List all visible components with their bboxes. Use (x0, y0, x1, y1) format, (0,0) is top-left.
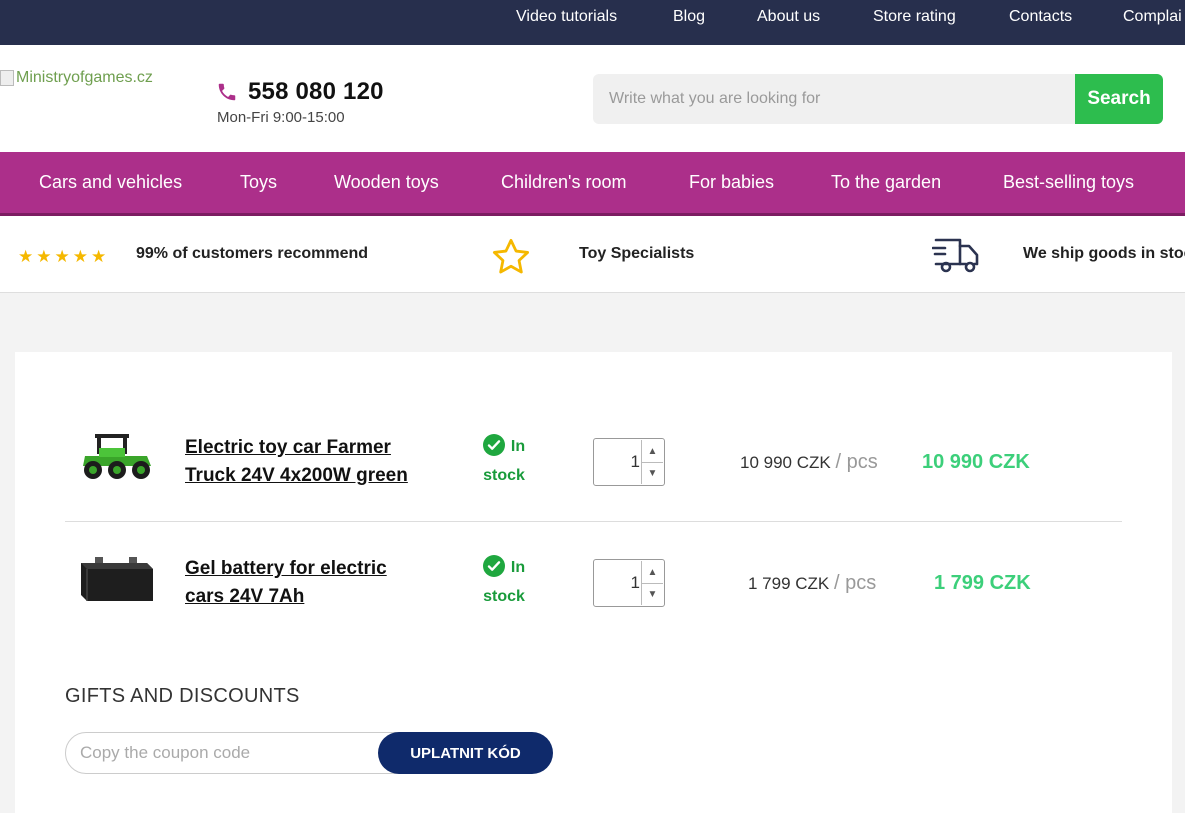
line-total-price: 1 799 CZK (934, 572, 1031, 594)
topnav-blog[interactable]: Blog (673, 0, 705, 34)
quantity-value[interactable]: 1 (594, 560, 640, 606)
stock-label: stock (483, 588, 525, 605)
product-name-link[interactable]: Gel battery for electric cars 24V 7Ah (185, 555, 435, 611)
product-name-line-2: Truck 24V 4x200W green (185, 465, 408, 486)
benefit-specialists: Toy Specialists (579, 245, 695, 262)
check-circle-icon (482, 434, 505, 456)
star-icon: ★ (18, 247, 34, 266)
star-icon: ★ (36, 247, 52, 266)
unit-price-value: 1 799 CZK (748, 574, 830, 593)
quantity-increase-button[interactable]: ▲ (642, 440, 663, 462)
category-childrens-room[interactable]: Children's room (501, 152, 626, 212)
quantity-spinner: ▲ ▼ (641, 561, 663, 605)
phone-contact: 558 080 120 (216, 78, 384, 106)
category-toys[interactable]: Toys (240, 152, 277, 212)
site-logo[interactable]: Ministryofgames.cz (0, 69, 153, 87)
delivery-truck-icon (932, 238, 979, 273)
coupon-code-input[interactable] (65, 732, 405, 774)
benefit-recommend: 99% of customers recommend (136, 245, 369, 262)
quantity-value[interactable]: 1 (594, 439, 640, 485)
search-button[interactable]: Search (1075, 74, 1163, 124)
quantity-decrease-button[interactable]: ▼ (642, 462, 663, 484)
star-icon: ★ (91, 247, 107, 266)
phone-icon (218, 83, 236, 101)
unit-price-value: 10 990 CZK (740, 453, 831, 472)
search-input[interactable] (593, 74, 1075, 124)
category-wooden-toys[interactable]: Wooden toys (334, 152, 439, 212)
unit-price: 10 990 CZK / pcs (740, 451, 878, 474)
product-image-battery[interactable] (77, 547, 157, 609)
star-icon: ★ (54, 247, 70, 266)
category-to-the-garden[interactable]: To the garden (831, 152, 941, 212)
topnav-complaints[interactable]: Complai (1123, 0, 1182, 34)
rating-stars: ★ ★ ★ ★ ★ (18, 248, 106, 265)
stock-status: In stock (477, 553, 531, 611)
gifts-heading: GIFTS AND DISCOUNTS (65, 685, 300, 707)
topnav-video-tutorials[interactable]: Video tutorials (516, 0, 617, 34)
quantity-decrease-button[interactable]: ▼ (642, 583, 663, 605)
product-name-link[interactable]: Electric toy car Farmer Truck 24V 4x200W… (185, 434, 435, 490)
product-name-line-1: Gel battery for electric (185, 558, 387, 579)
line-total-price: 10 990 CZK (922, 451, 1030, 473)
product-name-line-1: Electric toy car Farmer (185, 437, 391, 458)
unit-price-suffix: / pcs (834, 572, 877, 594)
stock-label: In (510, 438, 526, 455)
cart-item-row: Gel battery for electric cars 24V 7Ah In… (65, 523, 1122, 643)
opening-hours: Mon-Fri 9:00-15:00 (217, 109, 345, 126)
quantity-stepper[interactable]: 1 ▲ ▼ (593, 438, 665, 486)
unit-price-suffix: / pcs (835, 451, 878, 473)
category-best-selling-toys[interactable]: Best-selling toys (1003, 152, 1134, 212)
logo-alt-text: Ministryofgames.cz (16, 69, 153, 86)
top-navigation: Video tutorials Blog About us Store rati… (0, 0, 1185, 45)
broken-image-icon (0, 70, 14, 86)
phone-number[interactable]: 558 080 120 (248, 78, 384, 106)
product-name-line-2: cars 24V 7Ah (185, 586, 305, 607)
check-circle-icon (482, 555, 505, 577)
cart-item-row: Electric toy car Farmer Truck 24V 4x200W… (65, 402, 1122, 522)
benefits-strip: ★ ★ ★ ★ ★ 99% of customers recommend Toy… (0, 216, 1185, 293)
product-image-toy-car[interactable] (77, 426, 157, 488)
star-outline-icon (492, 238, 530, 274)
topnav-store-rating[interactable]: Store rating (873, 0, 956, 34)
site-header: Ministryofgames.cz 558 080 120 Mon-Fri 9… (0, 45, 1185, 152)
quantity-increase-button[interactable]: ▲ (642, 561, 663, 583)
category-navigation: Cars and vehicles Toys Wooden toys Child… (0, 152, 1185, 216)
topnav-contacts[interactable]: Contacts (1009, 0, 1072, 34)
unit-price: 1 799 CZK / pcs (748, 572, 876, 595)
benefit-shipping: We ship goods in stoc (1023, 245, 1185, 262)
quantity-spinner: ▲ ▼ (641, 440, 663, 484)
topnav-about-us[interactable]: About us (757, 0, 820, 34)
stock-label: stock (483, 467, 525, 484)
category-for-babies[interactable]: For babies (689, 152, 774, 212)
category-cars-and-vehicles[interactable]: Cars and vehicles (39, 152, 182, 212)
apply-coupon-button[interactable]: UPLATNIT KÓD (378, 732, 553, 774)
quantity-stepper[interactable]: 1 ▲ ▼ (593, 559, 665, 607)
stock-label: In (510, 559, 526, 576)
stock-status: In stock (477, 432, 531, 490)
star-icon: ★ (72, 247, 88, 266)
